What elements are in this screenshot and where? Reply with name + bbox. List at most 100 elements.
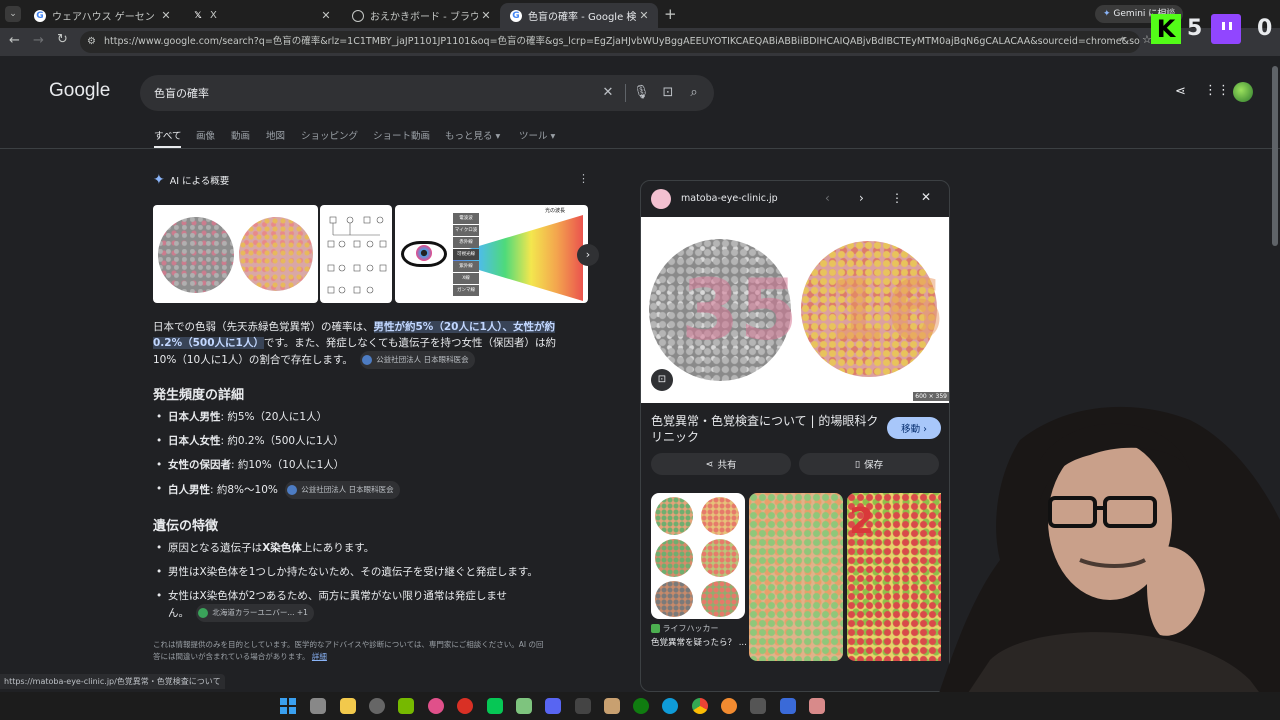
file-explorer-icon[interactable] <box>340 698 356 714</box>
source-chip[interactable]: 公益社団法人 日本眼科医会 <box>285 481 400 499</box>
panel-close-icon[interactable]: ✕ <box>921 190 931 204</box>
list-item: 男性はX染色体を1つしか持たないため、その遺伝子を受け継ぐと発症します。 <box>153 564 573 580</box>
windows-start-icon[interactable] <box>280 698 296 714</box>
streamer-video <box>930 406 1280 720</box>
clear-icon[interactable]: ✕ <box>600 85 616 101</box>
ai-summary: 日本での色弱（先天赤緑色覚異常）の確率は、男性が約5%（20人に1人）、女性が約… <box>153 319 563 369</box>
ai-image-1[interactable] <box>153 205 318 303</box>
share-icon[interactable]: ⋖ <box>1175 84 1186 99</box>
tab-tools[interactable]: ツール ▾ <box>519 128 555 142</box>
image-side-panel: matoba-eye-clinic.jp ‹ › ⋮ ✕ 35 16 ⊡ 600… <box>640 180 950 692</box>
plate-number: 35 <box>681 261 798 359</box>
search-box[interactable]: 色盲の確率 ✕ 🎙 ⊡ ⌕ <box>140 75 714 111</box>
list-item: 女性はX染色体が2つあるため、両方に異常がない限り通常は発症しません。 北海道カ… <box>153 588 573 622</box>
ai-image-2[interactable] <box>320 205 392 303</box>
app-icon[interactable] <box>369 698 385 714</box>
apps-grid-icon[interactable]: ⋮⋮ <box>1204 83 1230 98</box>
discord-icon[interactable] <box>545 698 561 714</box>
tab-videos[interactable]: 動画 <box>231 128 250 142</box>
bookmark-icon: ▯ <box>854 458 861 470</box>
google-logo[interactable]: Google <box>49 80 110 102</box>
app-icon[interactable] <box>575 698 591 714</box>
microphone-icon[interactable]: 🎙 <box>633 85 650 101</box>
panel-main-image[interactable]: 35 16 ⊡ 600 × 359 <box>641 217 949 403</box>
source-chip[interactable]: 北海道カラーユニバー... +1 <box>196 604 314 622</box>
reload-icon[interactable]: ↻ <box>57 32 68 47</box>
lens-camera-icon[interactable]: ⊡ <box>660 85 676 101</box>
share-button[interactable]: ⋖ 共有 <box>651 453 791 475</box>
disclaimer-text: 答には間違いが含まれている場合があります。 <box>153 652 310 661</box>
site-info-icon[interactable]: ⚙ <box>87 31 96 53</box>
browser-tab[interactable]: おえかきボード - ブラウザでかんたん ✕ <box>342 3 500 28</box>
tab-all[interactable]: すべて <box>154 128 182 148</box>
panel-more-icon[interactable]: ⋮ <box>891 191 903 205</box>
forward-icon[interactable]: → <box>33 33 44 48</box>
source-chip-extra: +1 <box>296 608 308 617</box>
page-scrollbar[interactable] <box>1272 66 1278 246</box>
ai-sparkle-icon: ✦ <box>153 172 165 188</box>
new-tab-button[interactable]: + <box>664 5 677 23</box>
address-bar[interactable]: ⚙ https://www.google.com/search?q=色盲の確率&… <box>80 31 1140 53</box>
share-icon: ⋖ <box>705 458 714 470</box>
app-icon[interactable] <box>604 698 620 714</box>
app-icon[interactable] <box>780 698 796 714</box>
app-icon[interactable] <box>750 698 766 714</box>
gallery-next-button[interactable]: › <box>577 244 599 266</box>
url-text: https://www.google.com/search?q=色盲の確率&rl… <box>104 36 1140 47</box>
source-chip[interactable]: 公益社団法人 日本眼科医会 <box>360 351 475 369</box>
tab-search-button[interactable]: ⌄ <box>5 6 21 22</box>
gemini-sparkle-icon: ✦ <box>1103 9 1111 19</box>
related-image-1[interactable] <box>651 493 745 619</box>
panel-title[interactable]: 色覚異常・色覚検査について | 的場眼科ク リニック <box>651 413 881 445</box>
edge-icon[interactable] <box>662 698 678 714</box>
list-item-bold: X染色体 <box>262 542 302 554</box>
search-input[interactable]: 色盲の確率 <box>154 85 209 101</box>
app-icon[interactable] <box>721 698 737 714</box>
browser-tab-active[interactable]: G 色盲の確率 - Google 検索 ✕ <box>500 3 658 28</box>
close-tab-icon[interactable]: ✕ <box>478 9 494 22</box>
search-icon[interactable]: ⌕ <box>686 85 702 101</box>
lens-search-icon[interactable]: ⊡ <box>651 369 673 391</box>
related-image-3[interactable]: 2 <box>847 493 941 661</box>
record-icon[interactable] <box>457 698 473 714</box>
tab-maps[interactable]: 地図 <box>266 128 285 142</box>
close-tab-icon[interactable]: ✕ <box>158 9 174 22</box>
disclaimer-link[interactable]: 詳細 <box>312 652 327 661</box>
summary-paragraph: 日本での色弱（先天赤緑色覚異常）の確率は、男性が約5%（20人に1人）、女性が約… <box>153 319 563 369</box>
browser-tab[interactable]: G ウェアハウス ゲーセン 岩槻 - Googl ✕ <box>24 3 180 28</box>
ai-image-3[interactable]: 電波波 マイクロ波 赤外線 可視光線 紫外線 X線 ガンマ線 光の波長 <box>395 205 588 303</box>
app-icon[interactable] <box>428 698 444 714</box>
list-item: 原因となる遺伝子はX染色体上にあります。 <box>153 540 573 556</box>
back-icon[interactable]: ← <box>9 33 20 48</box>
close-tab-icon[interactable]: ✕ <box>318 9 334 22</box>
next-image-icon[interactable]: › <box>859 191 864 205</box>
browser-tab[interactable]: 𝕏 X ✕ <box>182 3 340 28</box>
tab-more[interactable]: もっと見る ▾ <box>445 128 500 142</box>
list-item-text: 女性はX染色体が2つあるため、両方に異常がない限り通常は発症しませ <box>168 590 508 602</box>
related-caption[interactable]: 色覚異常を疑ったら？ ... <box>651 636 747 648</box>
summary-text: 日本での色弱（先天赤緑色覚異常）の確率は、 <box>153 321 374 333</box>
save-button[interactable]: ▯ 保存 <box>799 453 939 475</box>
spectrum-label: 赤外線 <box>453 237 479 248</box>
tab-images[interactable]: 画像 <box>196 128 215 142</box>
avatar[interactable] <box>1233 82 1253 102</box>
tab-shopping[interactable]: ショッピング <box>301 128 358 142</box>
task-view-icon[interactable] <box>310 698 326 714</box>
more-options-icon[interactable]: ⋮ <box>578 172 589 185</box>
google-favicon-icon: G <box>34 9 46 22</box>
disclaimer-text: これは情報提供のみを目的としています。医学的なアドバイスや診断については、専門家… <box>153 640 544 649</box>
app-icon[interactable] <box>809 698 825 714</box>
app-icon[interactable] <box>516 698 532 714</box>
line-icon[interactable] <box>487 698 503 714</box>
close-tab-icon[interactable]: ✕ <box>636 9 652 22</box>
tab-short-videos[interactable]: ショート動画 <box>373 128 430 142</box>
site-name[interactable]: matoba-eye-clinic.jp <box>681 193 778 204</box>
summary-highlight: 0.2%（500人に1人） <box>153 337 264 349</box>
nvidia-icon[interactable] <box>398 698 414 714</box>
related-image-2[interactable] <box>749 493 843 661</box>
prev-image-icon[interactable]: ‹ <box>825 191 830 205</box>
xbox-icon[interactable] <box>633 698 649 714</box>
tab-title: ウェアハウス ゲーセン 岩槻 - Googl <box>52 12 158 23</box>
location-icon[interactable]: ⌖ <box>1120 34 1126 45</box>
chrome-icon[interactable] <box>692 698 708 714</box>
